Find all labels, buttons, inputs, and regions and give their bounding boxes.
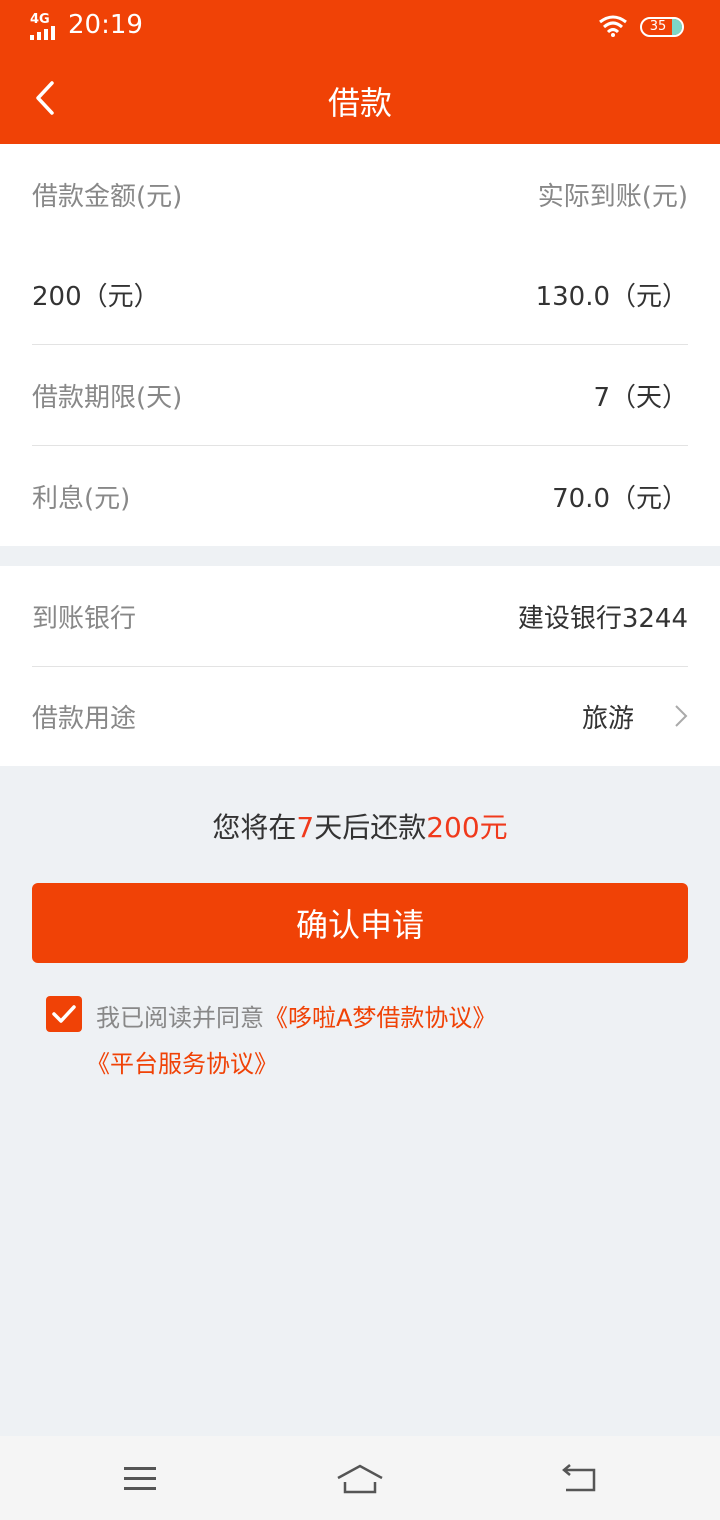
summary-days: 7	[296, 811, 315, 844]
chevron-right-icon	[675, 705, 688, 727]
confirm-button[interactable]: 确认申请	[32, 883, 688, 963]
status-bar: 4G 20:19 35	[0, 0, 720, 52]
loan-details-card: 借款金额(元) 实际到账(元) 200（元） 130.0（元） 借款期限(天) …	[0, 144, 720, 546]
purpose-value: 旅游	[581, 703, 634, 734]
nav-bar: 借款	[0, 52, 720, 144]
received-value: 130.0（元）	[535, 281, 688, 312]
bank-row: 到账银行 建设银行3244	[32, 566, 688, 666]
platform-agreement-link[interactable]: 《平台服务协议》	[86, 1044, 278, 1079]
summary-prefix: 您将在	[212, 811, 297, 844]
wifi-icon	[599, 15, 627, 37]
purpose-row[interactable]: 借款用途 旅游	[32, 666, 688, 766]
interest-value: 70.0（元）	[552, 483, 688, 514]
page-title: 借款	[327, 84, 392, 122]
agreement-checkbox[interactable]	[46, 996, 82, 1032]
summary-mid: 天后还款	[314, 811, 427, 844]
amount-value-row: 200（元） 130.0（元）	[32, 244, 688, 344]
term-label: 借款期限(天)	[32, 382, 183, 413]
amount-label: 借款金额(元)	[32, 181, 183, 212]
summary-amount: 200元	[426, 811, 508, 844]
signal-icon: 4G	[30, 12, 62, 40]
battery-level: 35	[649, 19, 667, 34]
loan-agreement-link[interactable]: 《哆啦A梦借款协议》	[264, 1004, 496, 1032]
purpose-selector[interactable]: 旅游	[582, 698, 688, 735]
bank-card: 到账银行 建设银行3244 借款用途 旅游	[0, 566, 720, 766]
bank-value: 建设银行3244	[517, 603, 688, 634]
received-label: 实际到账(元)	[537, 181, 688, 212]
home-icon[interactable]	[336, 1464, 384, 1494]
agreement-text: 我已阅读并同意	[96, 1004, 264, 1032]
amount-value: 200（元）	[32, 281, 160, 312]
purpose-label: 借款用途	[32, 703, 137, 734]
repayment-summary: 您将在7天后还款200元	[0, 806, 720, 846]
status-time: 20:19	[68, 10, 143, 40]
interest-row: 利息(元) 70.0（元）	[32, 446, 688, 546]
battery-icon: 35	[640, 17, 684, 37]
bank-label: 到账银行	[32, 603, 137, 634]
system-nav-bar	[0, 1436, 720, 1520]
term-value: 7（天）	[593, 382, 688, 413]
interest-label: 利息(元)	[32, 483, 131, 514]
agreement-text-line: 我已阅读并同意《哆啦A梦借款协议》	[96, 998, 496, 1033]
return-icon[interactable]	[560, 1464, 598, 1494]
menu-icon[interactable]	[122, 1464, 158, 1492]
network-type: 4G	[30, 12, 50, 27]
amount-header-row: 借款金额(元) 实际到账(元)	[32, 144, 688, 244]
checkmark-icon	[52, 1005, 76, 1023]
term-row: 借款期限(天) 7（天）	[32, 345, 688, 445]
